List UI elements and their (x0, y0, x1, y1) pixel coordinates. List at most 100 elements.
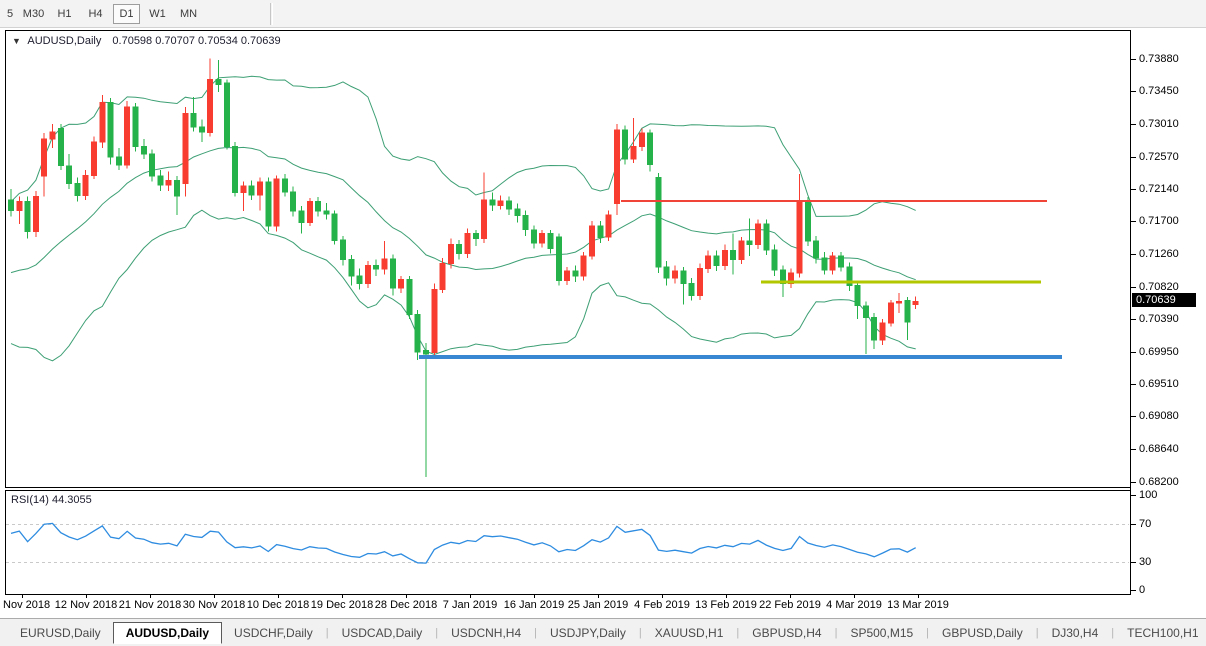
time-axis-tick (214, 595, 215, 598)
date-label: 4 Mar 2019 (826, 599, 882, 611)
timeframe-button-H4[interactable]: H4 (82, 4, 109, 24)
price-axis-label: 0.73450 (1139, 85, 1179, 97)
tab-gbpusd-daily[interactable]: GBPUSD,Daily (930, 623, 1035, 643)
time-axis-tick (278, 595, 279, 598)
date-label: 10 Dec 2018 (247, 599, 309, 611)
date-label: 30 Nov 2018 (183, 599, 245, 611)
price-axis-label: 0.70820 (1139, 281, 1179, 293)
price-axis-tick (1131, 221, 1136, 222)
chart-tabs-bar: EURUSD,DailyAUDUSD,DailyUSDCHF,Daily|USD… (0, 618, 1206, 646)
price-axis-label: 0.73880 (1139, 53, 1179, 65)
tab-eurusd-daily[interactable]: EURUSD,Daily (8, 623, 113, 643)
date-label: 25 Jan 2019 (568, 599, 629, 611)
time-axis-tick (470, 595, 471, 598)
time-axis-tick (726, 595, 727, 598)
time-axis-tick (150, 595, 151, 598)
price-axis-label: 0.72140 (1139, 183, 1179, 195)
date-label: 28 Dec 2018 (375, 599, 437, 611)
price-axis-tick (1131, 482, 1136, 483)
price-axis-tick (1131, 124, 1136, 125)
price-axis-tick (1131, 91, 1136, 92)
price-axis-tick (1131, 384, 1136, 385)
time-axis-tick (22, 595, 23, 598)
tab-tech100-h1[interactable]: TECH100,H1 (1115, 623, 1206, 643)
main-chart-pane: ▼ AUDUSD,Daily 0.70598 0.70707 0.70534 0… (5, 30, 1130, 488)
price-axis-tick (1131, 254, 1136, 255)
current-price-tag: 0.70639 (1132, 293, 1196, 307)
toolbar-separator (270, 3, 273, 25)
timeframe-button-M30[interactable]: M30 (20, 4, 47, 24)
chart-symbol-label: AUDUSD,Daily (27, 35, 101, 47)
rsi-axis-label: 70 (1139, 518, 1151, 530)
chart-dropdown-icon[interactable]: ▼ (12, 36, 21, 46)
chart-frame: ▼ AUDUSD,Daily 0.70598 0.70707 0.70534 0… (5, 30, 1206, 595)
time-axis-tick (534, 595, 535, 598)
price-axis-label: 0.68200 (1139, 476, 1179, 488)
rsi-axis-tick (1131, 590, 1136, 591)
timeframe-button-D1[interactable]: D1 (113, 4, 140, 24)
price-axis-label: 0.71700 (1139, 215, 1179, 227)
price-axis-label: 0.73010 (1139, 118, 1179, 130)
timeframe-button-MN[interactable]: MN (175, 4, 202, 24)
date-label: 22 Feb 2019 (759, 599, 821, 611)
rsi-axis-label: 100 (1139, 489, 1157, 501)
timeframe-button-5[interactable]: 5 (4, 4, 16, 24)
plot-column: ▼ AUDUSD,Daily 0.70598 0.70707 0.70534 0… (5, 30, 1130, 595)
time-axis-tick (918, 595, 919, 598)
date-label: 16 Jan 2019 (504, 599, 565, 611)
tab-usdcnh-h4[interactable]: USDCNH,H4 (439, 623, 533, 643)
price-axis-tick (1131, 59, 1136, 60)
timeframe-toolbar: 5M30H1H4D1W1MN (0, 0, 1206, 28)
chart-ohlc-values: 0.70598 0.70707 0.70534 0.70639 (112, 35, 280, 47)
date-label: 13 Mar 2019 (887, 599, 949, 611)
rsi-axis-tick (1131, 562, 1136, 563)
price-axis-label: 0.69950 (1139, 346, 1179, 358)
price-axis-tick (1131, 189, 1136, 190)
rsi-axis-label: 30 (1139, 556, 1151, 568)
tab-gbpusd-h4[interactable]: GBPUSD,H4 (740, 623, 833, 643)
time-axis-tick (854, 595, 855, 598)
tab-audusd-daily[interactable]: AUDUSD,Daily (113, 622, 222, 644)
date-label: 19 Dec 2018 (311, 599, 373, 611)
main-chart-canvas[interactable] (6, 31, 1129, 487)
time-axis[interactable]: 2 Nov 201812 Nov 201821 Nov 201830 Nov 2… (5, 595, 1206, 617)
tab-usdchf-daily[interactable]: USDCHF,Daily (222, 623, 325, 643)
chart-title: ▼ AUDUSD,Daily 0.70598 0.70707 0.70534 0… (12, 35, 281, 47)
date-label: 2 Nov 2018 (0, 599, 50, 611)
price-axis-label: 0.72570 (1139, 151, 1179, 163)
rsi-pane: RSI(14) 44.3055 (5, 490, 1130, 595)
mt4-window: 5M30H1H4D1W1MN ▼ AUDUSD,Daily 0.70598 0.… (0, 0, 1206, 646)
price-axis-tick (1131, 449, 1136, 450)
rsi-axis-tick (1131, 524, 1136, 525)
rsi-canvas[interactable] (6, 491, 1129, 594)
date-label: 13 Feb 2019 (695, 599, 757, 611)
time-axis-tick (406, 595, 407, 598)
time-axis-tick (598, 595, 599, 598)
tab-usdjpy-daily[interactable]: USDJPY,Daily (538, 623, 638, 643)
price-axis-label: 0.71260 (1139, 248, 1179, 260)
timeframe-button-W1[interactable]: W1 (144, 4, 171, 24)
timeframe-button-H1[interactable]: H1 (51, 4, 78, 24)
date-label: 7 Jan 2019 (443, 599, 497, 611)
price-axis[interactable]: 0.73880 0.73450 0.73010 0.72570 0.72140 0.717… (1130, 30, 1206, 595)
time-axis-tick (86, 595, 87, 598)
price-axis-label: 0.69510 (1139, 378, 1179, 390)
price-axis-tick (1131, 319, 1136, 320)
price-axis-label: 0.69080 (1139, 410, 1179, 422)
price-axis-label: 0.70390 (1139, 313, 1179, 325)
price-axis-tick (1131, 352, 1136, 353)
price-axis-tick (1131, 157, 1136, 158)
time-axis-tick (342, 595, 343, 598)
price-axis-tick (1131, 287, 1136, 288)
price-axis-tick (1131, 416, 1136, 417)
rsi-axis-tick (1131, 495, 1136, 496)
date-label: 4 Feb 2019 (634, 599, 690, 611)
tab-dj30-h4[interactable]: DJ30,H4 (1040, 623, 1111, 643)
time-axis-tick (790, 595, 791, 598)
tab-sp500-m15[interactable]: SP500,M15 (838, 623, 925, 643)
price-axis-label: 0.68640 (1139, 443, 1179, 455)
tab-usdcad-daily[interactable]: USDCAD,Daily (330, 623, 435, 643)
tab-xauusd-h1[interactable]: XAUUSD,H1 (643, 623, 736, 643)
rsi-indicator-label: RSI(14) 44.3055 (11, 494, 92, 506)
date-label: 21 Nov 2018 (119, 599, 181, 611)
